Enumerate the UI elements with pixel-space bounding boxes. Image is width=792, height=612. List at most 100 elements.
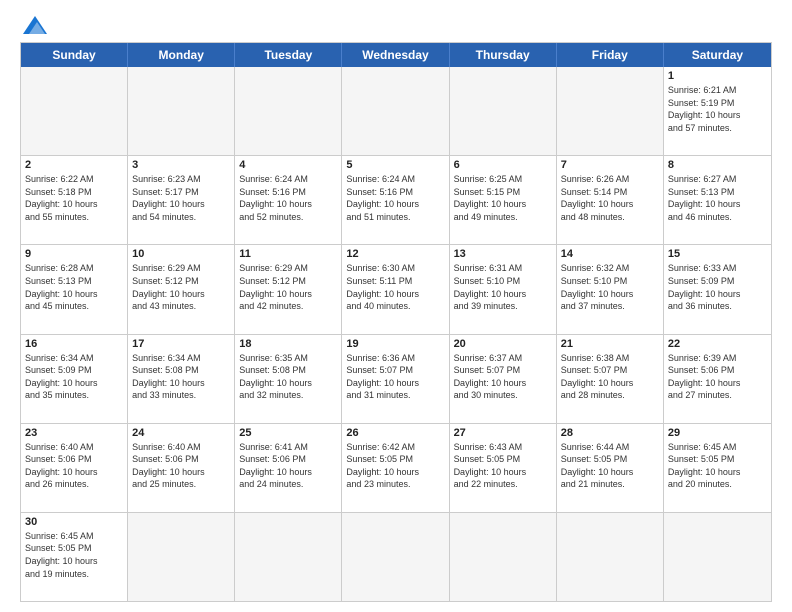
day-number: 9 [25, 248, 123, 260]
header-day-sunday: Sunday [21, 43, 128, 67]
day-number: 3 [132, 159, 230, 171]
day-number: 29 [668, 427, 767, 439]
calendar-cell: 18Sunrise: 6:35 AM Sunset: 5:08 PM Dayli… [235, 335, 342, 423]
day-info: Sunrise: 6:22 AM Sunset: 5:18 PM Dayligh… [25, 173, 123, 223]
calendar-cell [557, 67, 664, 155]
day-info: Sunrise: 6:40 AM Sunset: 5:06 PM Dayligh… [25, 441, 123, 491]
calendar-cell: 13 Sunrise: 6:31 AM Sunset: 5:10 PM Dayli… [450, 245, 557, 333]
day-number: 25 [239, 427, 337, 439]
calendar-cell: 6Sunrise: 6:25 AM Sunset: 5:15 PM Daylig… [450, 156, 557, 244]
day-number: 26 [346, 427, 444, 439]
calendar-cell: 3 Sunrise: 6:23 AM Sunset: 5:17 PM Daylig… [128, 156, 235, 244]
calendar-cell [450, 513, 557, 601]
calendar-cell: 27Sunrise: 6:43 AM Sunset: 5:05 PM Dayli… [450, 424, 557, 512]
day-info: Sunrise: 6:45 AM Sunset: 5:05 PM Dayligh… [668, 441, 767, 491]
header-day-monday: Monday [128, 43, 235, 67]
calendar-cell: 16 Sunrise: 6:34 AM Sunset: 5:09 PM Dayli… [21, 335, 128, 423]
day-info: Sunrise: 6:24 AM Sunset: 5:16 PM Dayligh… [239, 173, 337, 223]
calendar: SundayMondayTuesdayWednesdayThursdayFrid… [20, 42, 772, 602]
calendar-body: 1 Sunrise: 6:21 AM Sunset: 5:19 PM Daylig… [21, 67, 771, 601]
day-number: 20 [454, 338, 552, 350]
day-info: Sunrise: 6:21 AM Sunset: 5:19 PM Dayligh… [668, 84, 767, 134]
calendar-cell: 20 Sunrise: 6:37 AM Sunset: 5:07 PM Dayli… [450, 335, 557, 423]
day-info: Sunrise: 6:34 AM Sunset: 5:08 PM Dayligh… [132, 352, 230, 402]
header [20, 16, 772, 34]
calendar-row-5: 30Sunrise: 6:45 AM Sunset: 5:05 PM Dayli… [21, 513, 771, 601]
day-number: 24 [132, 427, 230, 439]
header-day-saturday: Saturday [664, 43, 771, 67]
day-info: Sunrise: 6:26 AM Sunset: 5:14 PM Dayligh… [561, 173, 659, 223]
day-number: 5 [346, 159, 444, 171]
day-info: Sunrise: 6:23 AM Sunset: 5:17 PM Dayligh… [132, 173, 230, 223]
day-number: 21 [561, 338, 659, 350]
day-info: Sunrise: 6:38 AM Sunset: 5:07 PM Dayligh… [561, 352, 659, 402]
calendar-row-4: 23 Sunrise: 6:40 AM Sunset: 5:06 PM Dayli… [21, 424, 771, 513]
calendar-cell [235, 67, 342, 155]
calendar-cell: 5Sunrise: 6:24 AM Sunset: 5:16 PM Daylig… [342, 156, 449, 244]
day-info: Sunrise: 6:25 AM Sunset: 5:15 PM Dayligh… [454, 173, 552, 223]
day-info: Sunrise: 6:35 AM Sunset: 5:08 PM Dayligh… [239, 352, 337, 402]
calendar-cell: 30Sunrise: 6:45 AM Sunset: 5:05 PM Dayli… [21, 513, 128, 601]
day-number: 17 [132, 338, 230, 350]
calendar-cell: 23 Sunrise: 6:40 AM Sunset: 5:06 PM Dayli… [21, 424, 128, 512]
day-number: 23 [25, 427, 123, 439]
day-number: 7 [561, 159, 659, 171]
day-info: Sunrise: 6:27 AM Sunset: 5:13 PM Dayligh… [668, 173, 767, 223]
calendar-cell [235, 513, 342, 601]
calendar-cell: 28Sunrise: 6:44 AM Sunset: 5:05 PM Dayli… [557, 424, 664, 512]
logo [20, 16, 47, 34]
day-number: 14 [561, 248, 659, 260]
calendar-cell: 15Sunrise: 6:33 AM Sunset: 5:09 PM Dayli… [664, 245, 771, 333]
header-day-thursday: Thursday [450, 43, 557, 67]
calendar-cell: 26Sunrise: 6:42 AM Sunset: 5:05 PM Dayli… [342, 424, 449, 512]
calendar-row-2: 9 Sunrise: 6:28 AM Sunset: 5:13 PM Daylig… [21, 245, 771, 334]
calendar-cell: 11Sunrise: 6:29 AM Sunset: 5:12 PM Dayli… [235, 245, 342, 333]
calendar-row-1: 2 Sunrise: 6:22 AM Sunset: 5:18 PM Daylig… [21, 156, 771, 245]
logo-icon [23, 16, 47, 34]
day-info: Sunrise: 6:40 AM Sunset: 5:06 PM Dayligh… [132, 441, 230, 491]
calendar-cell [664, 513, 771, 601]
calendar-cell: 8 Sunrise: 6:27 AM Sunset: 5:13 PM Daylig… [664, 156, 771, 244]
day-number: 19 [346, 338, 444, 350]
day-number: 12 [346, 248, 444, 260]
day-number: 10 [132, 248, 230, 260]
day-info: Sunrise: 6:41 AM Sunset: 5:06 PM Dayligh… [239, 441, 337, 491]
calendar-cell: 22 Sunrise: 6:39 AM Sunset: 5:06 PM Dayli… [664, 335, 771, 423]
day-info: Sunrise: 6:33 AM Sunset: 5:09 PM Dayligh… [668, 262, 767, 312]
calendar-cell: 24 Sunrise: 6:40 AM Sunset: 5:06 PM Dayli… [128, 424, 235, 512]
calendar-cell: 4Sunrise: 6:24 AM Sunset: 5:16 PM Daylig… [235, 156, 342, 244]
header-day-tuesday: Tuesday [235, 43, 342, 67]
day-number: 8 [668, 159, 767, 171]
calendar-cell [128, 513, 235, 601]
header-day-wednesday: Wednesday [342, 43, 449, 67]
calendar-cell: 9 Sunrise: 6:28 AM Sunset: 5:13 PM Daylig… [21, 245, 128, 333]
calendar-cell [450, 67, 557, 155]
day-number: 22 [668, 338, 767, 350]
page: SundayMondayTuesdayWednesdayThursdayFrid… [0, 0, 792, 612]
day-info: Sunrise: 6:39 AM Sunset: 5:06 PM Dayligh… [668, 352, 767, 402]
calendar-row-3: 16 Sunrise: 6:34 AM Sunset: 5:09 PM Dayli… [21, 335, 771, 424]
day-info: Sunrise: 6:28 AM Sunset: 5:13 PM Dayligh… [25, 262, 123, 312]
calendar-cell: 29 Sunrise: 6:45 AM Sunset: 5:05 PM Dayli… [664, 424, 771, 512]
day-number: 13 [454, 248, 552, 260]
day-number: 2 [25, 159, 123, 171]
day-info: Sunrise: 6:30 AM Sunset: 5:11 PM Dayligh… [346, 262, 444, 312]
calendar-cell: 12 Sunrise: 6:30 AM Sunset: 5:11 PM Dayli… [342, 245, 449, 333]
calendar-row-0: 1 Sunrise: 6:21 AM Sunset: 5:19 PM Daylig… [21, 67, 771, 156]
day-info: Sunrise: 6:34 AM Sunset: 5:09 PM Dayligh… [25, 352, 123, 402]
day-info: Sunrise: 6:36 AM Sunset: 5:07 PM Dayligh… [346, 352, 444, 402]
day-number: 16 [25, 338, 123, 350]
day-info: Sunrise: 6:37 AM Sunset: 5:07 PM Dayligh… [454, 352, 552, 402]
day-info: Sunrise: 6:31 AM Sunset: 5:10 PM Dayligh… [454, 262, 552, 312]
day-number: 30 [25, 516, 123, 528]
calendar-cell: 19 Sunrise: 6:36 AM Sunset: 5:07 PM Dayli… [342, 335, 449, 423]
day-number: 27 [454, 427, 552, 439]
day-number: 11 [239, 248, 337, 260]
day-info: Sunrise: 6:32 AM Sunset: 5:10 PM Dayligh… [561, 262, 659, 312]
calendar-cell: 10Sunrise: 6:29 AM Sunset: 5:12 PM Dayli… [128, 245, 235, 333]
calendar-cell: 2 Sunrise: 6:22 AM Sunset: 5:18 PM Daylig… [21, 156, 128, 244]
calendar-header: SundayMondayTuesdayWednesdayThursdayFrid… [21, 43, 771, 67]
day-info: Sunrise: 6:44 AM Sunset: 5:05 PM Dayligh… [561, 441, 659, 491]
header-day-friday: Friday [557, 43, 664, 67]
day-number: 1 [668, 70, 767, 82]
